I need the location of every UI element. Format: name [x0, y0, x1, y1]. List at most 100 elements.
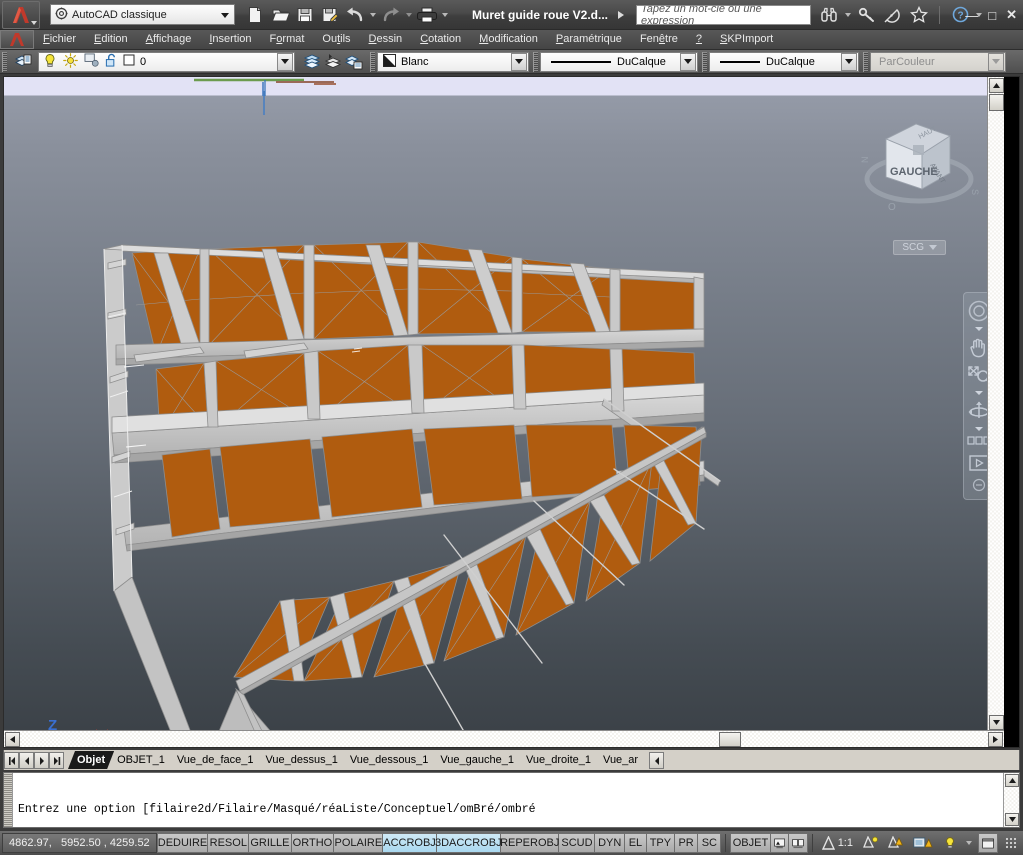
scroll-right-button[interactable] — [988, 732, 1003, 747]
status-toggle-scud[interactable]: SCUD — [559, 833, 596, 853]
toolbar-lock-button[interactable] — [943, 836, 957, 851]
menu-item-dessin[interactable]: Dessin — [360, 30, 412, 49]
tab-scroll-left-button[interactable] — [649, 752, 665, 769]
zoom-dropdown-caret[interactable] — [974, 391, 983, 395]
auto-scale-button[interactable] — [888, 836, 903, 850]
close-button[interactable]: ✕ — [1006, 7, 1017, 23]
status-toggle-tpy[interactable]: TPY — [646, 833, 675, 853]
status-dropdown-arrow[interactable] — [965, 841, 972, 845]
status-space-button[interactable]: OBJET — [730, 833, 771, 853]
layer-on-off-icon[interactable] — [43, 53, 57, 71]
layout-tab-objet[interactable]: Objet — [68, 751, 114, 769]
maximize-button[interactable]: □ — [988, 8, 996, 23]
layer-vp-freeze-icon[interactable] — [84, 53, 99, 70]
undo-button[interactable] — [343, 3, 367, 27]
layer-states-button[interactable] — [343, 51, 364, 72]
vertical-scroll-thumb[interactable] — [989, 94, 1004, 111]
command-scroll-down-button[interactable] — [1005, 813, 1019, 826]
tab-previous-button[interactable] — [19, 752, 34, 769]
linetype-grip[interactable] — [533, 51, 538, 72]
plotstyle-grip[interactable] — [863, 51, 868, 72]
qat-customize-arrow[interactable] — [442, 12, 448, 17]
ucs-selector-button[interactable]: SCG — [893, 240, 946, 255]
layer-control-combo[interactable]: 0 — [38, 51, 295, 72]
favorites-button[interactable] — [907, 3, 931, 27]
menu-item-affichage[interactable]: Affichage — [137, 30, 201, 49]
menu-item-edition[interactable]: Edition — [85, 30, 137, 49]
document-menu-caret[interactable] — [618, 10, 625, 19]
menu-browser-button[interactable] — [0, 30, 34, 49]
status-toggle-sc[interactable]: SC — [698, 833, 722, 853]
menu-item-cotation[interactable]: Cotation — [411, 30, 470, 49]
status-toggle-deduire[interactable]: DEDUIRE — [156, 833, 209, 853]
layout-tab-objet-1[interactable]: OBJET_1 — [108, 751, 174, 769]
quick-view-drawings-button[interactable] — [788, 833, 808, 853]
color-combo-arrow[interactable] — [511, 52, 527, 71]
horizontal-scrollbar[interactable] — [4, 730, 1004, 747]
orbit-dropdown-caret[interactable] — [974, 427, 983, 431]
lineweight-control-combo[interactable]: DuCalque — [709, 51, 859, 72]
layout-tab-vue-gauche-1[interactable]: Vue_gauche_1 — [431, 751, 523, 769]
scroll-down-button[interactable] — [989, 715, 1004, 730]
application-menu-button[interactable] — [2, 0, 40, 29]
layer-combo-arrow[interactable] — [277, 52, 293, 71]
layer-color-swatch[interactable] — [123, 54, 135, 69]
search-dropdown-arrow[interactable] — [845, 12, 852, 17]
workspace-selector[interactable]: AutoCAD classique — [50, 4, 235, 25]
status-toggle-pr[interactable]: PR — [674, 833, 699, 853]
sign-in-button[interactable] — [855, 3, 879, 27]
scroll-up-button[interactable] — [989, 78, 1004, 93]
status-toggle-reperobj[interactable]: REPEROBJ — [500, 833, 560, 853]
search-binoculars-button[interactable] — [817, 3, 841, 27]
redo-button[interactable] — [379, 3, 403, 27]
status-toggle-resol[interactable]: RESOL — [208, 833, 250, 853]
horizontal-scroll-thumb[interactable] — [719, 732, 741, 747]
coordinates-display[interactable]: 4862.97, 5952.50 , 4259.52 — [2, 833, 157, 853]
menu-item-fenetre[interactable]: Fenêtre — [631, 30, 687, 49]
search-input[interactable]: Tapez un mot-clé ou une expression — [636, 4, 812, 25]
annotation-scale-control[interactable]: 1:1 — [821, 836, 853, 850]
status-toggle-accrobj[interactable]: ACCROBJ — [383, 833, 437, 853]
vertical-scrollbar[interactable] — [987, 77, 1004, 732]
command-window-grip[interactable] — [4, 773, 13, 827]
linetype-control-combo[interactable]: DuCalque — [540, 51, 698, 72]
menu-item-fichier[interactable]: Fichier — [34, 30, 85, 49]
menu-item-parametrique[interactable]: Paramétrique — [547, 30, 631, 49]
menu-item-format[interactable]: Format — [261, 30, 314, 49]
color-control-combo[interactable]: Blanc — [377, 51, 529, 72]
quick-view-layouts-button[interactable] — [770, 833, 789, 853]
steering-wheel-dropdown-caret[interactable] — [974, 327, 983, 331]
drawing-area[interactable]: N S O GAUCHE HAUT AVANT SCG Z — [3, 76, 1020, 748]
layer-previous-button[interactable] — [322, 51, 343, 72]
layer-properties-button[interactable] — [13, 51, 34, 72]
plot-button[interactable] — [415, 3, 439, 27]
layout-tab-vue-de-face-1[interactable]: Vue_de_face_1 — [168, 751, 263, 769]
workspace-switching-button[interactable] — [913, 836, 933, 851]
toolbar-grip[interactable] — [2, 51, 7, 72]
linetype-combo-arrow[interactable] — [680, 52, 696, 71]
status-toggle-3daccrobj[interactable]: 3DACCROBJ — [435, 833, 502, 853]
status-menu-button[interactable] — [1004, 836, 1018, 850]
annotation-visibility-button[interactable] — [863, 836, 878, 850]
save-file-button[interactable] — [293, 3, 317, 27]
layer-lock-icon[interactable] — [105, 53, 118, 71]
layout-tab-vue-dessous-1[interactable]: Vue_dessous_1 — [341, 751, 438, 769]
undo-dropdown-arrow[interactable] — [370, 12, 376, 17]
status-toggle-polaire[interactable]: POLAIRE — [334, 833, 384, 853]
command-scroll-up-button[interactable] — [1005, 774, 1019, 787]
scroll-left-button[interactable] — [5, 732, 20, 747]
make-object-layer-current-button[interactable] — [301, 51, 322, 72]
viewcube[interactable]: N S O GAUCHE HAUT AVANT — [854, 107, 984, 257]
workspace-dropdown-arrow[interactable] — [218, 9, 232, 21]
save-as-button[interactable] — [318, 3, 342, 27]
status-toggle-el[interactable]: EL — [625, 833, 647, 853]
command-vertical-scrollbar[interactable] — [1003, 773, 1019, 827]
tab-next-button[interactable] — [34, 752, 49, 769]
minimize-button[interactable]: — — [965, 8, 978, 23]
open-file-button[interactable] — [268, 3, 292, 27]
menu-item-help[interactable]: ? — [687, 30, 711, 49]
status-toggle-ortho[interactable]: ORTHO — [291, 833, 335, 853]
tab-last-button[interactable] — [49, 752, 64, 769]
model-viewport[interactable]: N S O GAUCHE HAUT AVANT SCG Z — [4, 77, 1004, 747]
properties-toolbar-grip[interactable] — [370, 51, 375, 72]
